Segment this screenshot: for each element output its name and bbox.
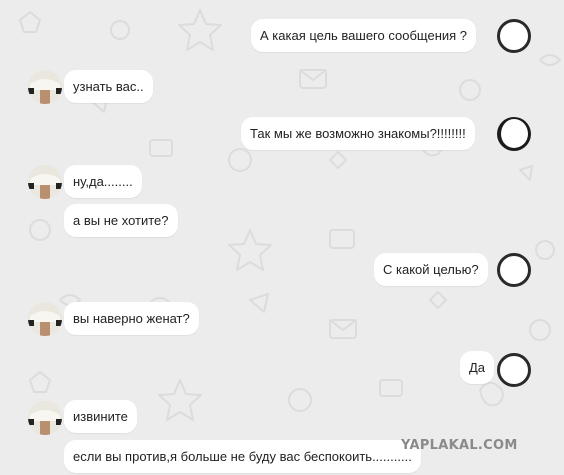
message-bubble-incoming: вы наверно женат? <box>64 302 199 335</box>
contact-avatar[interactable] <box>28 70 62 104</box>
message-bubble-outgoing: Да <box>460 351 495 384</box>
contact-avatar-image <box>28 401 62 435</box>
own-avatar[interactable] <box>497 19 531 53</box>
chat-area: А какая цель вашего сообщения ? узнать в… <box>0 0 564 475</box>
message-bubble-incoming: узнать вас.. <box>64 70 153 103</box>
contact-avatar[interactable] <box>28 302 62 336</box>
watermark: YAPLAKAL.COM <box>401 438 518 453</box>
contact-avatar[interactable] <box>28 165 62 199</box>
own-avatar[interactable] <box>497 117 531 151</box>
message-bubble-incoming: если вы против,я больше не буду вас бесп… <box>64 440 421 473</box>
contact-avatar-image <box>28 302 62 336</box>
contact-avatar[interactable] <box>28 401 62 435</box>
own-avatar[interactable] <box>497 253 531 287</box>
message-bubble-outgoing: Так мы же возможно знакомы?!!!!!!!! <box>241 117 475 150</box>
contact-avatar-image <box>28 165 62 199</box>
message-bubble-incoming: а вы не хотите? <box>64 204 178 237</box>
message-bubble-incoming: ну,да........ <box>64 165 142 198</box>
own-avatar[interactable] <box>497 353 531 387</box>
message-bubble-outgoing: А какая цель вашего сообщения ? <box>251 19 477 52</box>
message-bubble-outgoing: С какой целью? <box>374 253 488 286</box>
message-bubble-incoming: извините <box>64 400 137 433</box>
contact-avatar-image <box>28 70 62 104</box>
